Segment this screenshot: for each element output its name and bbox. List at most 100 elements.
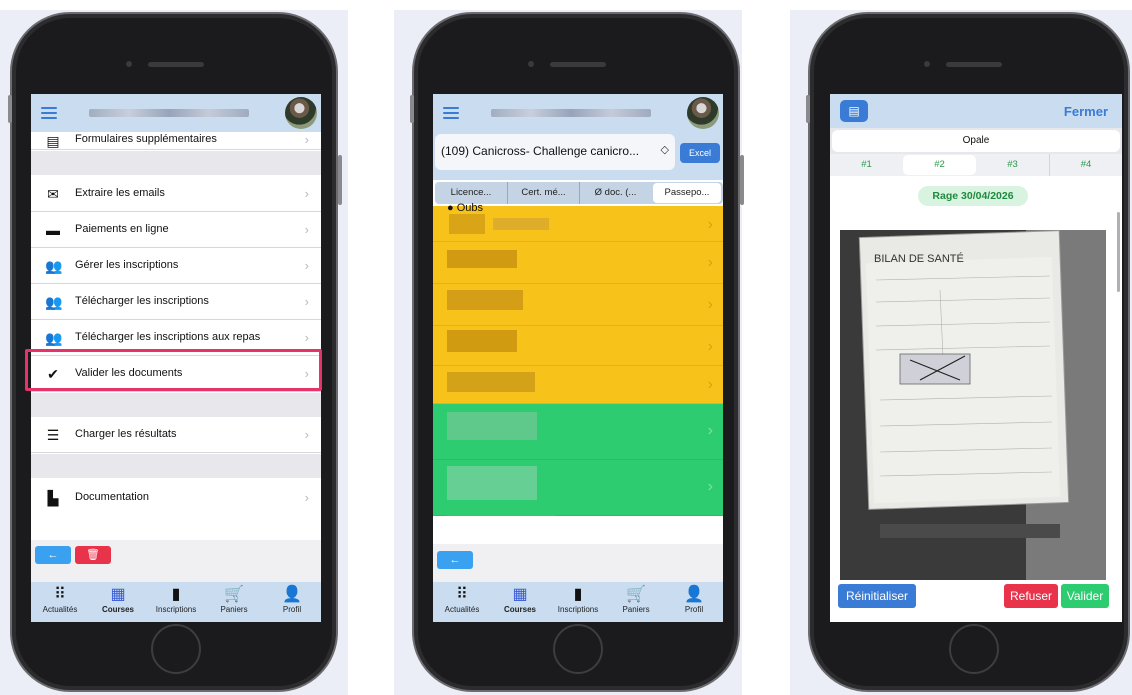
- back-button[interactable]: ←: [35, 546, 71, 564]
- segment-passeport[interactable]: Passepo...: [653, 183, 721, 203]
- select-arrow-icon: ◇: [660, 144, 669, 156]
- home-button[interactable]: [151, 624, 201, 674]
- menu-item-download-registrations[interactable]: 👥 Télécharger les inscriptions ›: [31, 284, 321, 320]
- front-camera: [126, 61, 132, 67]
- back-button[interactable]: ←: [437, 551, 473, 569]
- menu-item-forms[interactable]: ▤ Formulaires supplémentaires ›: [31, 132, 321, 150]
- front-camera: [528, 61, 534, 67]
- menu-item-label: Documentation: [75, 491, 149, 503]
- tab-paniers[interactable]: 🛒 Paniers: [205, 582, 263, 622]
- redacted-name: [447, 290, 523, 310]
- document-view-button[interactable]: ▤: [840, 100, 868, 122]
- power-button: [740, 155, 744, 205]
- chevron-right-icon: ›: [707, 254, 713, 271]
- close-button[interactable]: Fermer: [1064, 104, 1108, 119]
- race-select-value: (109) Canicross- Challenge canicro...: [441, 144, 640, 158]
- redacted-name: [447, 330, 517, 352]
- document-title: BILAN DE SANTÉ: [874, 252, 964, 265]
- screen-document-validation: ▤ Fermer Opale #1 #2 #3 #4 Rage 30/04/20…: [830, 94, 1122, 622]
- home-button[interactable]: [553, 624, 603, 674]
- screenshot-stage: ▤ Formulaires supplémentaires › ✉ Extrai…: [0, 0, 1132, 695]
- delete-button[interactable]: 🗑: [75, 546, 111, 564]
- tab-label: Paniers: [622, 605, 650, 614]
- users-icon: 👥: [45, 294, 63, 310]
- menu-item-documentation[interactable]: ▙ Documentation ›: [31, 480, 321, 516]
- menu-item-upload-results[interactable]: ☰ Charger les résultats ›: [31, 417, 321, 453]
- tab-actualites[interactable]: ⠿ Actualités: [433, 582, 491, 622]
- credit-card-icon: ▬: [46, 222, 60, 238]
- volume-button: [8, 95, 12, 123]
- segment-certificat[interactable]: Cert. mé...: [507, 182, 579, 204]
- menu-item-online-payments[interactable]: ▬ Paiements en ligne ›: [31, 212, 321, 248]
- document-tabs: #1 #2 #3 #4: [830, 154, 1122, 176]
- tab-paniers[interactable]: 🛒 Paniers: [607, 582, 665, 622]
- home-button[interactable]: [949, 624, 999, 674]
- tab-actualites[interactable]: ⠿ Actualités: [31, 582, 89, 622]
- document-image: BILAN DE SANTÉ: [840, 230, 1106, 580]
- action-strip: [433, 544, 723, 582]
- person-icon: 👤: [282, 586, 302, 603]
- excel-button[interactable]: Excel: [680, 143, 720, 163]
- tab-profil[interactable]: 👤 Profil: [665, 582, 723, 622]
- tab-inscriptions[interactable]: ▮ Inscriptions: [549, 582, 607, 622]
- chevron-right-icon: ›: [707, 422, 713, 439]
- document-tab-1[interactable]: #1: [830, 154, 903, 176]
- menu-item-label: Paiements en ligne: [75, 223, 169, 235]
- document-type-segmented-control: Licence... Cert. mé... Ø doc. (... Passe…: [435, 182, 723, 204]
- redacted-title: [89, 109, 249, 117]
- cart-icon: 🛒: [224, 586, 244, 603]
- tab-courses[interactable]: ▦ Courses: [491, 582, 549, 622]
- bar-chart-icon: ▮: [171, 586, 181, 603]
- menu-item-label: Télécharger les inscriptions aux repas: [75, 331, 261, 343]
- volume-button: [806, 95, 810, 123]
- tab-inscriptions[interactable]: ▮ Inscriptions: [147, 582, 205, 622]
- participant-name: Opale: [832, 130, 1120, 152]
- document-tab-2[interactable]: #2: [903, 155, 976, 175]
- cart-icon: 🛒: [626, 586, 646, 603]
- avatar[interactable]: [285, 97, 317, 129]
- top-bar: ▤ Fermer: [830, 94, 1122, 128]
- chevron-right-icon: ›: [304, 294, 309, 309]
- calendar-icon: ▦: [512, 586, 528, 603]
- validate-button[interactable]: Valider: [1061, 584, 1109, 608]
- document-icon: ▙: [47, 490, 59, 506]
- refuse-button[interactable]: Refuser: [1004, 584, 1058, 608]
- earpiece-speaker: [148, 62, 204, 67]
- person-icon: 👤: [684, 586, 704, 603]
- health-certificate-scan: BILAN DE SANTÉ: [840, 230, 1106, 580]
- list-icon: ☰: [46, 427, 60, 443]
- earpiece-speaker: [946, 62, 1002, 67]
- tab-label: Profil: [282, 605, 302, 614]
- hamburger-menu-icon[interactable]: [443, 107, 459, 119]
- chevron-right-icon: ›: [707, 216, 713, 233]
- menu-item-label: Télécharger les inscriptions: [75, 295, 209, 307]
- race-select[interactable]: (109) Canicross- Challenge canicro... ◇: [435, 134, 675, 170]
- reset-button[interactable]: Réinitialiser: [838, 584, 916, 608]
- menu-item-manage-registrations[interactable]: 👥 Gérer les inscriptions ›: [31, 248, 321, 284]
- chevron-right-icon: ›: [707, 338, 713, 355]
- segment-no-document[interactable]: Ø doc. (...: [579, 182, 651, 204]
- screen-document-list: (109) Canicross- Challenge canicro... ◇ …: [433, 94, 723, 622]
- users-icon: 👥: [45, 330, 63, 346]
- top-bar: [433, 94, 723, 132]
- redacted-name: [447, 250, 517, 268]
- bottom-tab-bar: ⠿ Actualités ▦ Courses ▮ Inscriptions 🛒 Pani…: [433, 582, 723, 622]
- tab-profil[interactable]: 👤 Profil: [263, 582, 321, 622]
- menu-item-label: Charger les résultats: [75, 428, 177, 440]
- segment-licence[interactable]: Licence...: [435, 182, 507, 204]
- tab-label: Profil: [684, 605, 704, 614]
- redacted-name: [447, 412, 537, 440]
- avatar[interactable]: [687, 97, 719, 129]
- top-bar: [31, 94, 321, 132]
- hamburger-menu-icon[interactable]: [41, 107, 57, 119]
- tab-courses[interactable]: ▦ Courses: [89, 582, 147, 622]
- bottom-tab-bar: ⠿ Actualités ▦ Courses ▮ Inscriptions 🛒 Pani…: [31, 582, 321, 622]
- document-tab-4[interactable]: #4: [1049, 154, 1122, 176]
- redacted-name: [493, 218, 549, 230]
- menu-item-extract-emails[interactable]: ✉ Extraire les emails ›: [31, 176, 321, 212]
- scrollbar[interactable]: [1117, 212, 1120, 292]
- document-tab-3[interactable]: #3: [976, 154, 1049, 176]
- redacted-name: [447, 372, 535, 392]
- bar-chart-icon: ▮: [573, 586, 583, 603]
- earpiece-speaker: [550, 62, 606, 67]
